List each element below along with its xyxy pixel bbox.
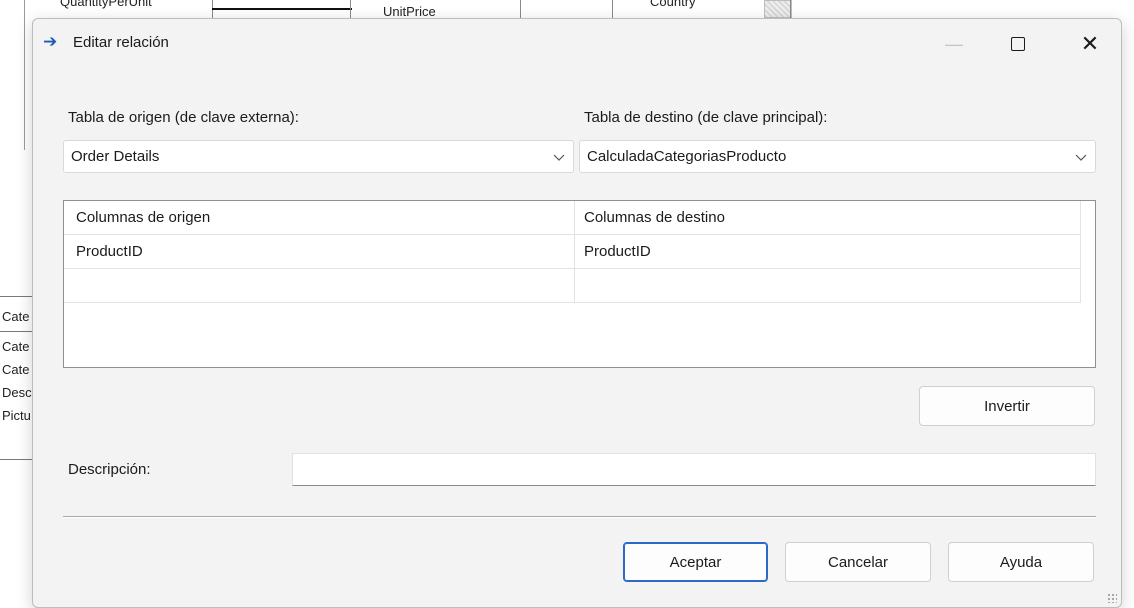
invert-button[interactable]: Invertir [919,386,1095,426]
columns-grid: Columnas de origen Columnas de destino P… [63,200,1096,368]
dialog-title: Editar relación [73,34,169,51]
maximize-icon [1011,37,1025,51]
title-bar[interactable]: ➔ Editar relación — ✕ [33,19,1121,69]
source-table-label: Tabla de origen (de clave externa): [68,109,299,126]
target-column-cell[interactable]: ProductID [575,235,1081,269]
separator [63,516,1096,518]
relationship-arrow [212,8,352,10]
source-column-cell[interactable] [64,269,575,303]
arrow-right-icon: ➔ [43,32,58,51]
minimize-icon: — [945,33,963,54]
grid-header-row: Columnas de origen Columnas de destino [64,201,1081,235]
edit-relationship-dialog: ➔ Editar relación — ✕ Tabla de origen (d… [32,18,1122,608]
connector-line [350,0,351,18]
chevron-down-icon [553,154,565,161]
target-table-combo[interactable]: CalculadaCategoriasProducto [579,140,1096,173]
divider [520,0,521,18]
target-column-cell[interactable] [575,269,1081,303]
resize-grip-icon[interactable] [1107,593,1117,603]
entity-field: Cate [2,339,30,354]
divider [790,0,791,18]
source-table-combo[interactable]: Order Details [63,140,574,173]
close-button[interactable]: ✕ [1067,29,1113,59]
cancel-button[interactable]: Cancelar [785,542,931,582]
entity-field: Pictu [2,408,31,423]
entity-field: Cate [2,362,30,377]
field-country: Country [650,0,696,9]
source-columns-header: Columnas de origen [64,201,575,235]
divider [612,0,613,18]
scrollbar-thumb [764,0,792,18]
target-table-value: CalculadaCategoriasProducto [587,148,787,165]
description-label: Descripción: [68,461,151,478]
source-table-value: Order Details [71,148,160,165]
field-unit-price: UnitPrice [383,4,436,19]
help-button[interactable]: Ayuda [948,542,1094,582]
ok-button[interactable]: Aceptar [623,542,768,582]
maximize-button[interactable] [995,29,1041,59]
minimize-button[interactable]: — [931,29,977,59]
description-input[interactable] [292,453,1096,486]
target-columns-header: Columnas de destino [575,201,1081,235]
source-column-cell[interactable]: ProductID [64,235,575,269]
field-quantity-per-unit: QuantityPerUnit [60,0,152,9]
entity-field: Desc [2,385,32,400]
target-table-label: Tabla de destino (de clave principal): [584,109,828,126]
chevron-down-icon [1075,154,1087,161]
table-row[interactable] [64,269,1081,303]
close-icon: ✕ [1080,31,1100,56]
table-row[interactable]: ProductID ProductID [64,235,1081,269]
entity-title: Cate [2,309,30,324]
